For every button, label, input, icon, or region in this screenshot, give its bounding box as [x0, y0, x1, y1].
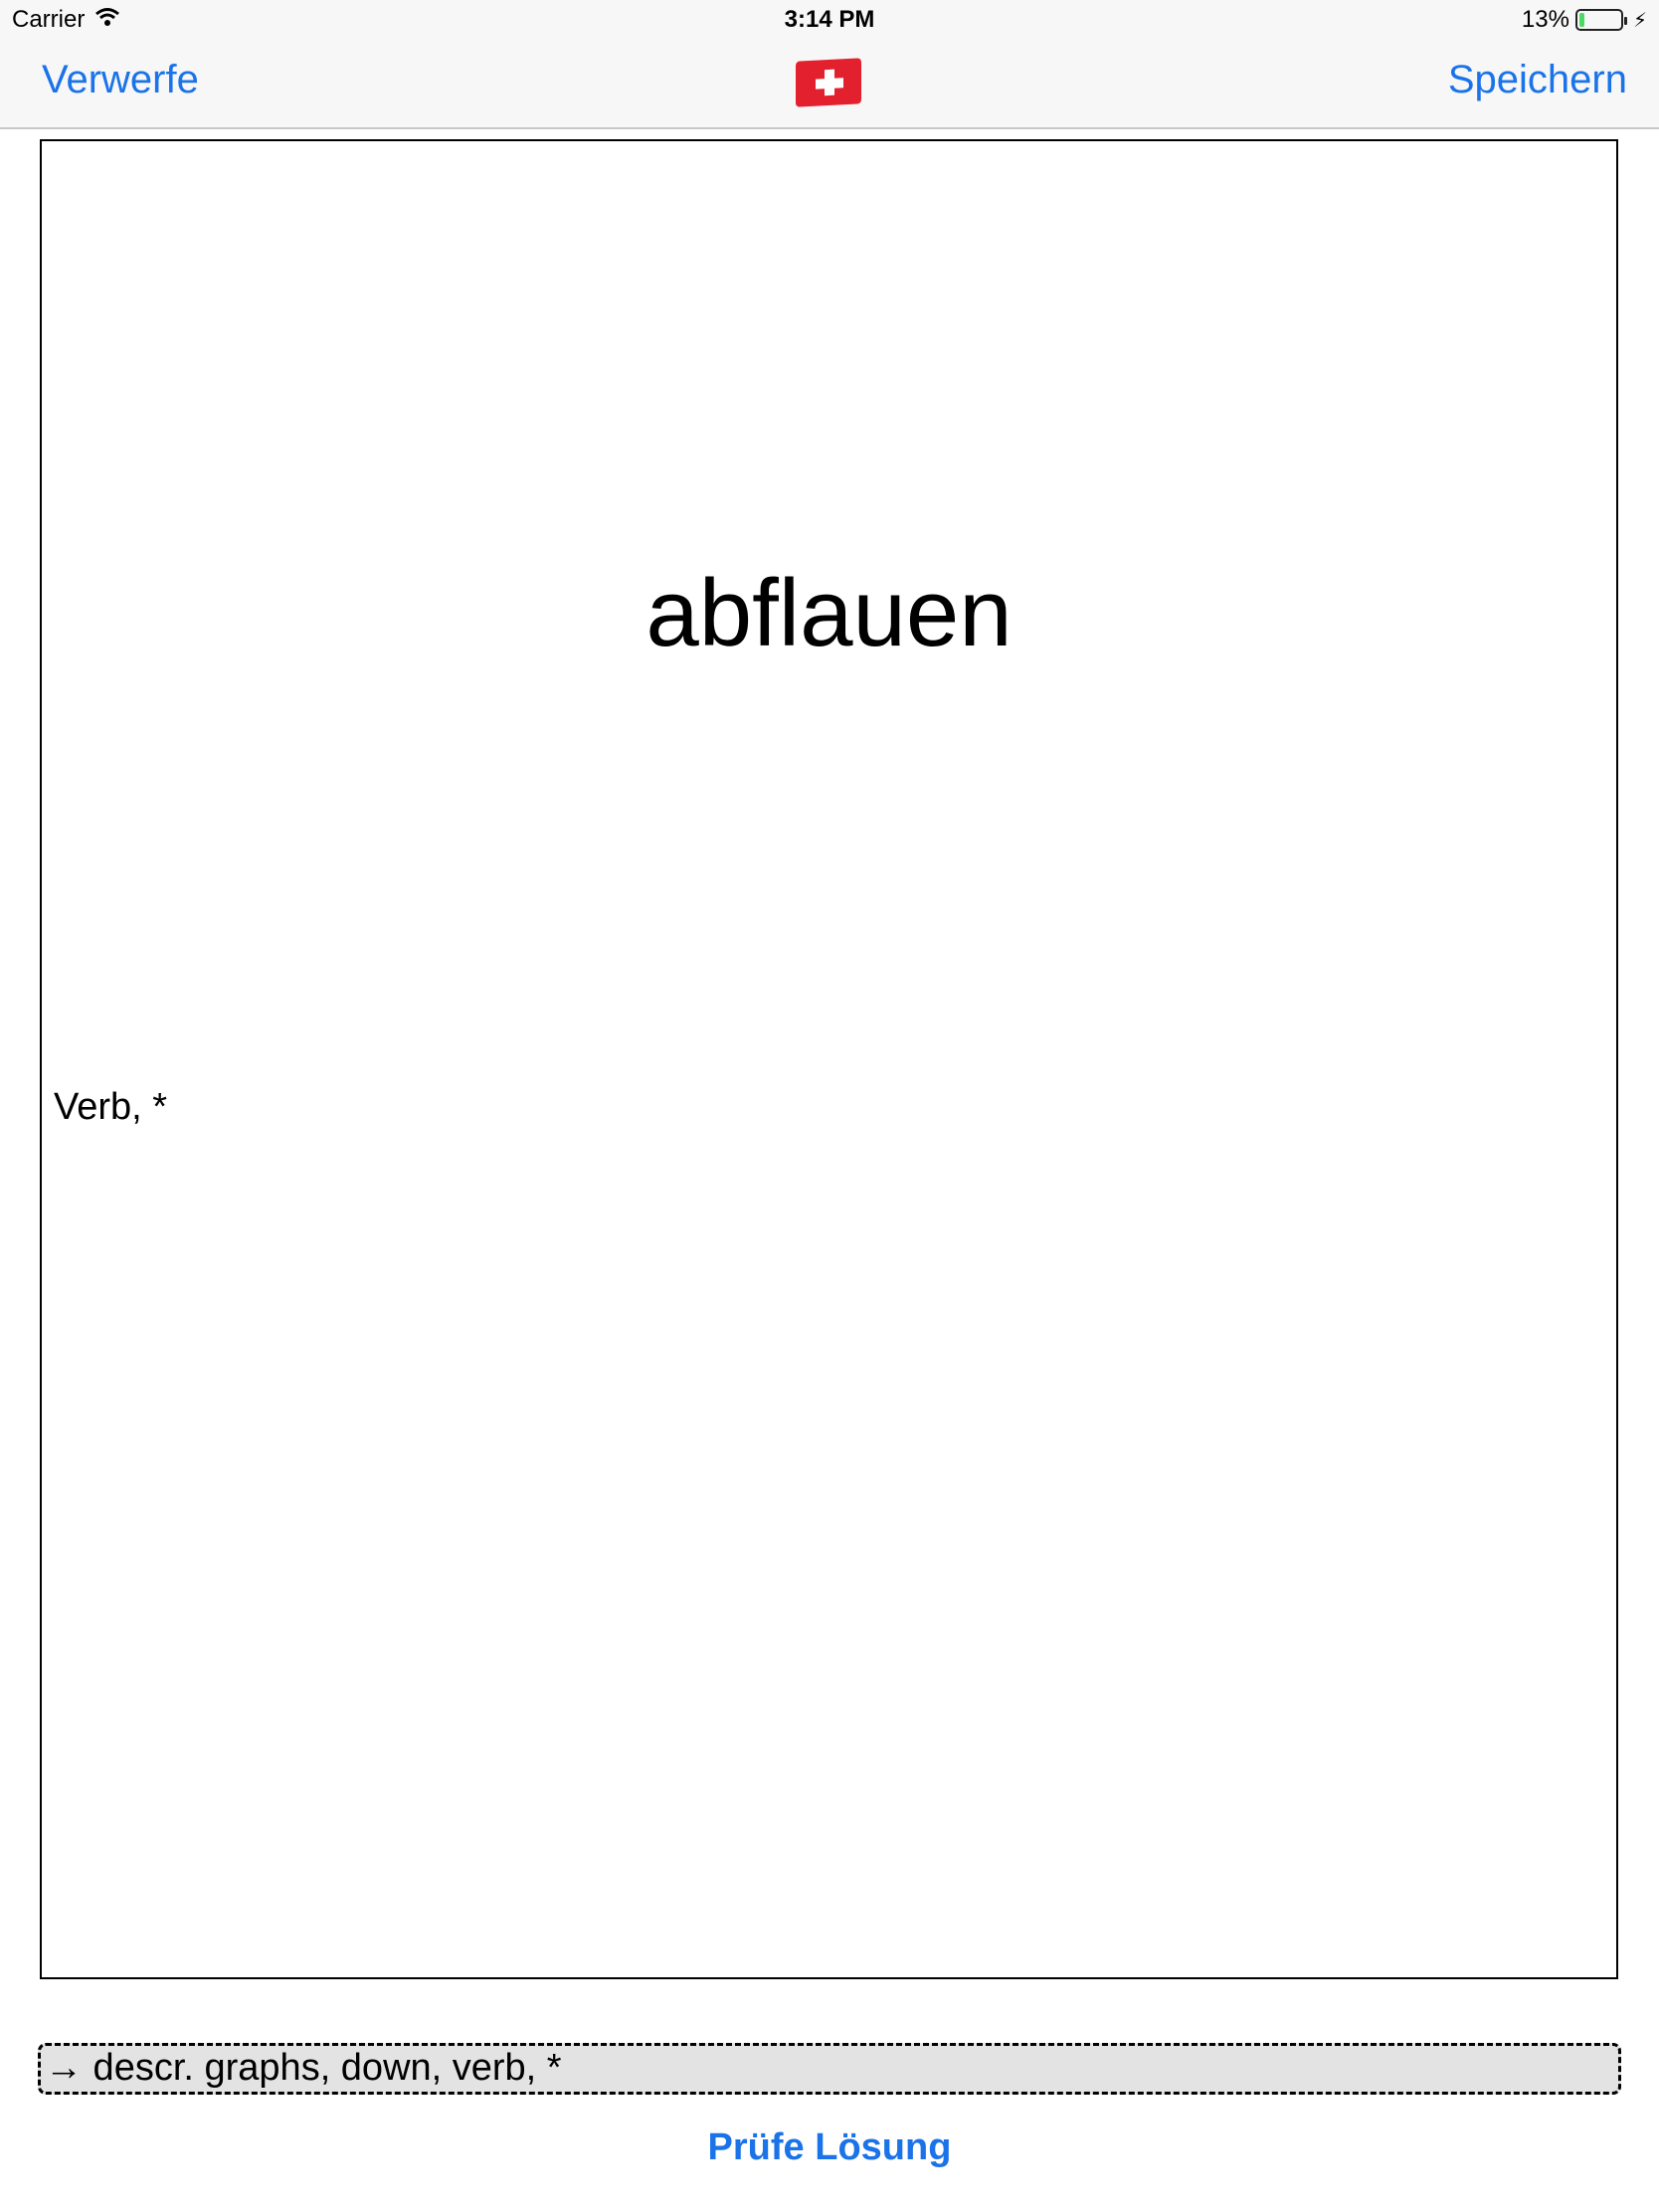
answer-input[interactable]: → descr. graphs, down, verb, *	[38, 2043, 1621, 2095]
card-word: abflauen	[645, 560, 1013, 666]
status-right: 13% ⚡	[1522, 6, 1647, 34]
battery-percent: 13%	[1521, 6, 1569, 33]
flag-cross-horizontal	[816, 78, 843, 90]
swiss-flag-icon	[796, 58, 861, 107]
navigation-bar: Verwerfe Speichern	[0, 40, 1659, 129]
status-time: 3:14 PM	[784, 6, 875, 33]
flashcard[interactable]: abflauen Verb, *	[40, 139, 1618, 1979]
check-solution-button[interactable]: Prüfe Lösung	[0, 2126, 1659, 2169]
bolt-icon: ⚡	[1632, 9, 1647, 32]
card-word-type: Verb, *	[54, 1086, 168, 1128]
battery-icon	[1574, 9, 1627, 31]
battery-fill	[1578, 13, 1584, 27]
discard-button[interactable]: Verwerfe	[42, 58, 199, 102]
save-button[interactable]: Speichern	[1448, 58, 1627, 102]
status-bar: Carrier 3:14 PM 13% ⚡	[0, 0, 1659, 40]
